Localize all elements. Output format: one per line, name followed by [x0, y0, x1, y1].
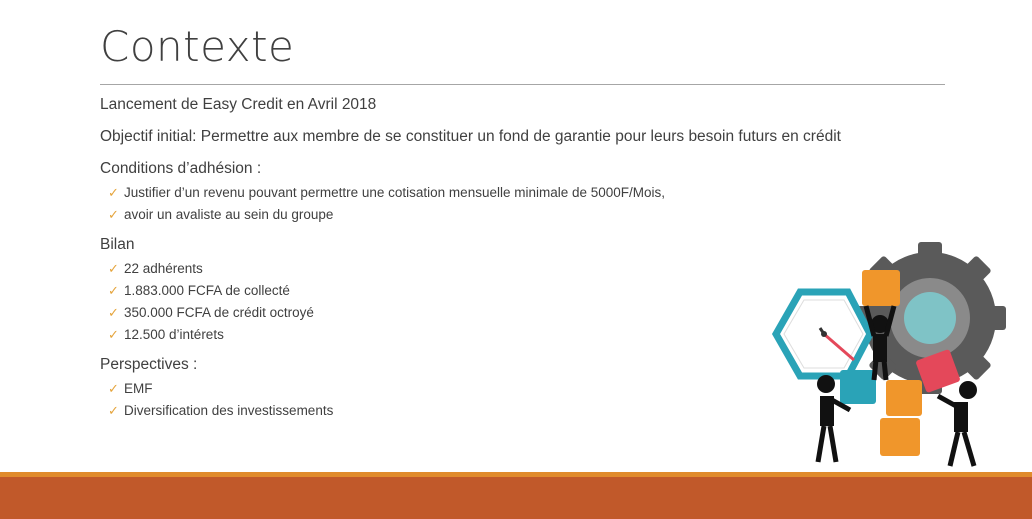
- person-carrying-right: [936, 381, 977, 467]
- box-middle: [886, 380, 922, 416]
- list-item-text: Diversification des investissements: [124, 403, 334, 418]
- teamwork-gears-illustration: [771, 242, 1006, 467]
- checkmark-icon: ✓: [108, 381, 119, 396]
- objective-line: Objectif initial: Permettre aux membre d…: [100, 128, 841, 145]
- checkmark-icon: ✓: [108, 261, 119, 276]
- list-item: ✓ avoir un avaliste au sein du groupe: [108, 204, 950, 226]
- launch-line: Lancement de Easy Credit en Avril 2018: [100, 96, 377, 113]
- checkmark-icon: ✓: [108, 327, 119, 342]
- box-top: [862, 270, 900, 306]
- clock-icon: [771, 288, 874, 380]
- list-item-text: 1.883.000 FCFA de collecté: [124, 283, 290, 298]
- checkmark-icon: ✓: [108, 283, 119, 298]
- checkmark-icon: ✓: [108, 207, 119, 222]
- list-item-text: avoir un avaliste au sein du groupe: [124, 207, 334, 222]
- list-item-text: 22 adhérents: [124, 261, 203, 276]
- conditions-list: ✓ Justifier d’un revenu pouvant permettre…: [108, 182, 950, 226]
- checkmark-icon: ✓: [108, 305, 119, 320]
- box-bottom: [880, 418, 920, 456]
- footer-band: [0, 477, 1032, 519]
- list-item-text: EMF: [124, 381, 153, 396]
- title-divider: [100, 84, 945, 85]
- list-item-text: 12.500 d’intérets: [124, 327, 224, 342]
- list-item-text: 350.000 FCFA de crédit octroyé: [124, 305, 314, 320]
- conditions-heading: Conditions d’adhésion :: [100, 160, 262, 177]
- checkmark-icon: ✓: [108, 403, 119, 418]
- list-item: ✓ Justifier d’un revenu pouvant permettre…: [108, 182, 950, 204]
- list-item-text: Justifier d’un revenu pouvant permettre …: [124, 185, 666, 200]
- box-teal: [840, 370, 876, 404]
- checkmark-icon: ✓: [108, 185, 119, 200]
- slide-title: Contexte: [100, 22, 295, 71]
